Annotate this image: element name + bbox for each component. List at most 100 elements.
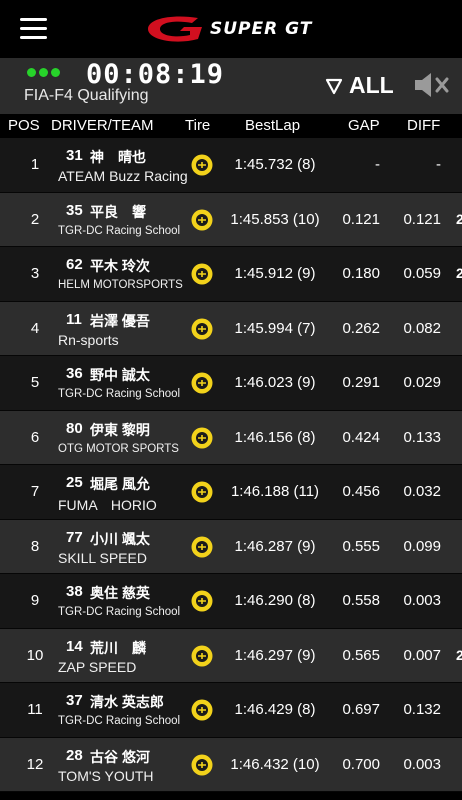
team-name: TOM'S YOUTH bbox=[58, 767, 154, 784]
position: 8 bbox=[30, 537, 40, 555]
best-lap: 1:46.290 (8) bbox=[234, 592, 316, 609]
clipped-column-value bbox=[456, 483, 462, 497]
filter-triangle-icon bbox=[325, 78, 343, 94]
dunlop-tire-icon bbox=[191, 754, 213, 775]
car-number: 62 bbox=[66, 256, 83, 273]
column-header-best-lap: BestLap bbox=[245, 117, 301, 134]
team-name: Rn-sports bbox=[58, 331, 119, 348]
team-name: ZAP SPEED bbox=[58, 658, 137, 675]
position: 5 bbox=[30, 374, 40, 391]
driver-name: 平木 玲次 bbox=[90, 258, 150, 274]
team-name: TGR-DC Racing School bbox=[58, 388, 181, 400]
car-number: 77 bbox=[66, 528, 83, 546]
diff-to-ahead: 0.099 bbox=[403, 537, 441, 555]
dunlop-tire-icon bbox=[191, 318, 213, 339]
best-lap: 1:46.429 (8) bbox=[234, 701, 316, 718]
best-lap: 1:46.188 (11) bbox=[230, 483, 320, 500]
result-row[interactable]: 4 11 岩澤 優吾 Rn-sports 1:45.994 (7) 0.262 … bbox=[0, 301, 462, 356]
car-number: 25 bbox=[66, 474, 83, 491]
team-name: HELM MOTORSPORTS bbox=[58, 279, 183, 291]
car-number: 31 bbox=[66, 147, 83, 164]
clipped-column-value bbox=[456, 320, 462, 334]
best-lap: 1:46.156 (8) bbox=[234, 428, 316, 446]
best-lap: 1:46.432 (10) bbox=[230, 755, 320, 773]
session-status-bar: 00:08:19 FIA-F4 Qualifying ALL bbox=[0, 58, 462, 114]
column-header-gap: GAP bbox=[348, 117, 380, 134]
gap-to-leader: 0.424 bbox=[342, 428, 380, 446]
best-lap: 1:45.853 (10) bbox=[230, 210, 320, 228]
car-number: 11 bbox=[66, 310, 82, 328]
dunlop-tire-icon bbox=[191, 645, 213, 666]
column-header-diff: DIFF bbox=[407, 117, 441, 134]
result-row[interactable]: 3 62 平木 玲次 HELM MOTORSPORTS 1:45.912 (9)… bbox=[0, 247, 462, 302]
menu-icon[interactable] bbox=[20, 18, 47, 39]
app-header: SUPER GT bbox=[0, 0, 462, 58]
result-row[interactable]: 9 38 奥住 慈英 TGR-DC Racing School 1:46.290… bbox=[0, 574, 462, 629]
gap-to-leader: 0.558 bbox=[342, 592, 380, 609]
diff-to-ahead: 0.121 bbox=[403, 210, 441, 228]
driver-name: 岩澤 優吾 bbox=[90, 312, 150, 329]
diff-to-ahead: 0.007 bbox=[403, 646, 441, 664]
result-row[interactable]: 5 36 野中 誠太 TGR-DC Racing School 1:46.023… bbox=[0, 356, 462, 411]
clipped-column-value bbox=[456, 756, 462, 770]
car-number: 37 bbox=[66, 692, 83, 709]
team-name: TGR-DC Racing School bbox=[58, 606, 181, 618]
session-timer: 00:08:19 bbox=[86, 59, 225, 90]
clipped-column-value bbox=[456, 374, 462, 388]
car-number: 35 bbox=[66, 201, 83, 219]
filter-label: ALL bbox=[349, 72, 394, 98]
position: 2 bbox=[30, 210, 40, 228]
result-row[interactable]: 12 28 古谷 悠河 TOM'S YOUTH 1:46.432 (10) 0.… bbox=[0, 737, 462, 792]
super-gt-logo: SUPER GT bbox=[140, 12, 340, 46]
sound-muted-icon[interactable] bbox=[413, 70, 455, 105]
result-row[interactable]: 11 37 清水 英志郎 TGR-DC Racing School 1:46.4… bbox=[0, 683, 462, 738]
dunlop-tire-icon bbox=[191, 481, 213, 503]
class-filter-button[interactable]: ALL bbox=[325, 72, 394, 99]
position: 9 bbox=[30, 592, 40, 609]
diff-to-ahead: 0.133 bbox=[403, 428, 441, 446]
gap-to-leader: 0.555 bbox=[342, 537, 380, 555]
position: 10 bbox=[26, 646, 44, 664]
team-name: FUMA HORIO bbox=[58, 497, 157, 513]
gap-to-leader: 0.291 bbox=[342, 374, 380, 391]
result-row[interactable]: 1 31 神 晴也 ATEAM Buzz Racing 1:45.732 (8)… bbox=[0, 138, 462, 193]
position: 4 bbox=[30, 319, 40, 337]
result-row[interactable]: 2 35 平良 響 TGR-DC Racing School 1:45.853 … bbox=[0, 192, 462, 247]
result-row[interactable]: 6 80 伊東 黎明 OTG MOTOR SPORTS 1:46.156 (8)… bbox=[0, 410, 462, 465]
gap-to-leader: 0.700 bbox=[342, 755, 380, 773]
driver-name: 奥住 慈英 bbox=[90, 585, 150, 601]
results-table: 1 31 神 晴也 ATEAM Buzz Racing 1:45.732 (8)… bbox=[0, 138, 462, 792]
dunlop-tire-icon bbox=[191, 699, 213, 721]
diff-to-ahead: - bbox=[436, 156, 441, 173]
dunlop-tire-icon bbox=[191, 209, 213, 230]
clipped-column-value bbox=[456, 701, 462, 715]
team-name: TGR-DC Racing School bbox=[58, 224, 181, 237]
column-header-driver-team: DRIVER/TEAM bbox=[51, 117, 154, 134]
result-row[interactable]: 8 77 小川 颯太 SKILL SPEED 1:46.287 (9) 0.55… bbox=[0, 519, 462, 574]
team-name: SKILL SPEED bbox=[58, 549, 147, 566]
driver-name: 清水 英志郎 bbox=[90, 694, 164, 710]
best-lap: 1:46.287 (9) bbox=[234, 537, 316, 555]
driver-name: 平良 響 bbox=[90, 203, 146, 220]
column-header-pos: POS bbox=[8, 117, 40, 134]
team-name: OTG MOTOR SPORTS bbox=[58, 442, 179, 455]
position: 12 bbox=[26, 755, 44, 773]
diff-to-ahead: 0.059 bbox=[403, 265, 441, 282]
gap-to-leader: 0.697 bbox=[342, 701, 380, 718]
driver-name: 野中 誠太 bbox=[90, 367, 150, 383]
car-number: 80 bbox=[66, 419, 83, 437]
best-lap: 1:45.912 (9) bbox=[234, 265, 316, 282]
gap-to-leader: - bbox=[375, 156, 380, 173]
driver-name: 古谷 悠河 bbox=[90, 748, 150, 765]
position: 7 bbox=[30, 483, 40, 500]
diff-to-ahead: 0.132 bbox=[403, 701, 441, 718]
clipped-column-value bbox=[456, 429, 462, 443]
dunlop-tire-icon bbox=[191, 427, 213, 448]
dunlop-tire-icon bbox=[191, 263, 213, 285]
result-row[interactable]: 10 14 荒川 麟 ZAP SPEED 1:46.297 (9) 0.565 … bbox=[0, 628, 462, 683]
clipped-column-value bbox=[456, 592, 462, 606]
gap-to-leader: 0.565 bbox=[342, 646, 380, 664]
result-row[interactable]: 7 25 堀尾 風允 FUMA HORIO 1:46.188 (11) 0.45… bbox=[0, 465, 462, 520]
car-number: 36 bbox=[66, 365, 83, 382]
best-lap: 1:45.994 (7) bbox=[234, 319, 316, 337]
